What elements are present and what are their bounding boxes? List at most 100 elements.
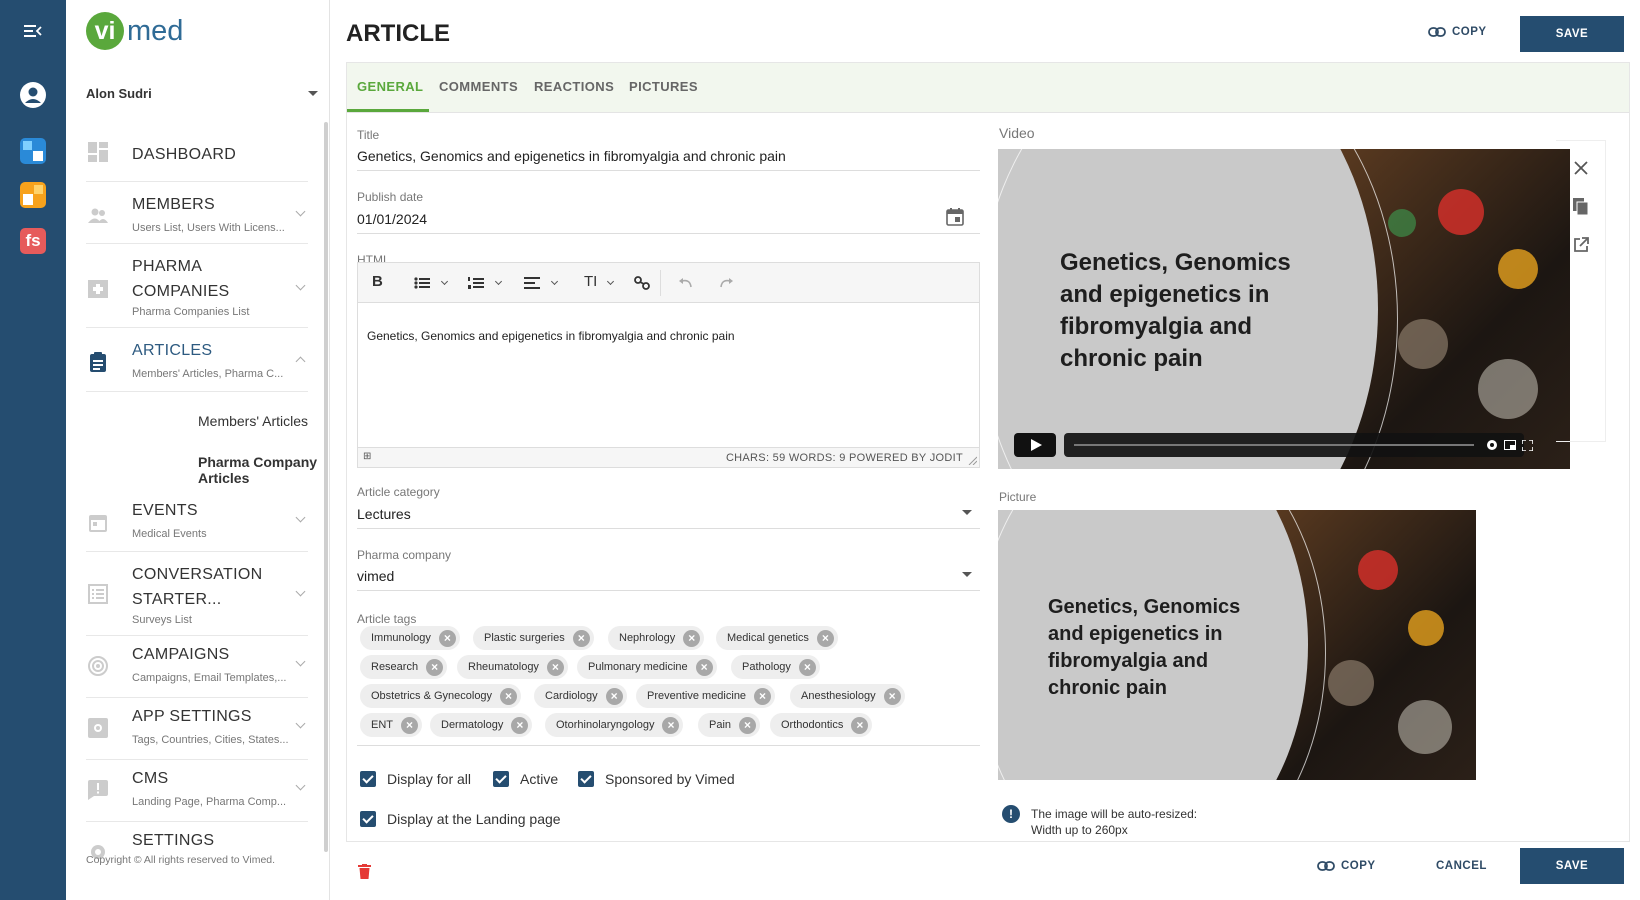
tags-underline [357,745,980,746]
tag-chip: Cardiology × [534,684,627,708]
tab-comments[interactable]: COMMENTS [439,79,518,94]
close-icon[interactable]: × [851,716,869,734]
bold-icon[interactable]: B [372,273,383,290]
active-checkbox[interactable] [493,771,509,787]
publish-date-input[interactable]: 01/01/2024 [357,211,427,227]
sidebar-item-settings[interactable]: SETTINGS [86,822,308,859]
chevron-down-icon[interactable] [962,510,972,515]
sidebar-scrollbar[interactable] [324,122,328,852]
footer-copy-button[interactable]: COPY [1317,860,1376,872]
close-icon[interactable]: × [546,658,564,676]
sidebar-item-campaigns[interactable]: CAMPAIGNS Campaigns, Email Templates,... [86,636,308,698]
editor-status-text: CHARS: 59 WORDS: 9 POWERED BY JODIT [725,452,963,464]
sidebar-item-dashboard[interactable]: DASHBOARD [86,130,308,182]
tab-reactions[interactable]: REACTIONS [534,79,614,94]
sidebar-item-cms[interactable]: CMS Landing Page, Pharma Comp... [86,760,308,822]
sidebar-item-conversation-starter[interactable]: CONVERSATION STARTER... Surveys List [86,552,308,636]
chevron-down-icon[interactable] [962,572,972,577]
font-size-icon[interactable]: TI [584,273,597,290]
app-orange-icon[interactable] [20,182,46,208]
editor-toolbar: B TI [358,263,979,303]
pip-icon[interactable] [1504,440,1516,450]
resize-handle-icon[interactable] [967,455,977,465]
article-category-select[interactable]: Lectures [357,506,411,522]
list-icon [88,584,108,604]
source-toggle-icon[interactable]: ⊞ [363,451,372,462]
chevron-down-icon[interactable] [550,277,559,286]
undo-icon[interactable] [678,277,694,289]
sidebar-item-app-settings[interactable]: APP SETTINGS Tags, Countries, Cities, St… [86,698,308,760]
close-icon[interactable]: × [438,629,456,647]
footer-save-button[interactable]: SAVE [1520,848,1624,884]
tab-pictures[interactable]: PICTURES [629,79,698,94]
numbered-list-icon[interactable] [468,277,484,289]
gear-icon[interactable] [1486,439,1498,451]
fullscreen-icon[interactable] [1522,440,1533,451]
close-icon[interactable]: × [883,687,901,705]
close-icon[interactable]: × [695,658,713,676]
close-icon[interactable]: × [754,687,772,705]
chevron-down-icon[interactable] [606,277,615,286]
display-landing-checkbox[interactable] [360,811,376,827]
bullet-list-icon[interactable] [414,277,430,289]
chevron-down-icon [295,780,306,791]
trash-icon[interactable] [358,864,371,879]
editor-content[interactable]: Genetics, Genomics and epigenetics in fi… [367,329,735,343]
tag-label: Preventive medicine [647,690,747,702]
menu-collapse-icon[interactable] [18,16,48,46]
calendar-icon [89,515,107,532]
close-icon[interactable]: × [500,687,518,705]
cancel-button[interactable]: CANCEL [1436,860,1487,872]
close-icon[interactable]: × [426,658,444,676]
calendar-icon[interactable] [946,208,964,226]
tab-general[interactable]: GENERAL [357,79,423,94]
account-icon[interactable] [18,80,48,110]
subnav-members-articles[interactable]: Members' Articles [198,413,308,429]
close-icon[interactable]: × [511,716,529,734]
app-blue-icon[interactable] [20,138,46,164]
copy-icon[interactable] [1573,198,1589,216]
sponsored-checkbox[interactable] [578,771,594,787]
close-icon[interactable] [1574,161,1588,175]
close-icon[interactable]: × [798,658,816,676]
close-icon[interactable]: × [739,716,757,734]
close-icon[interactable]: × [605,687,623,705]
subnav-pharma-company-articles[interactable]: Pharma Company Articles [198,454,329,486]
picture-preview[interactable]: Genetics, Genomics and epigenetics in fi… [998,510,1476,780]
display-for-all-checkbox[interactable] [360,771,376,787]
play-icon[interactable] [1014,433,1056,457]
close-icon[interactable]: × [816,629,834,647]
close-icon[interactable]: × [572,629,590,647]
video-track[interactable] [1074,444,1474,446]
app-fs-icon[interactable]: fs [20,228,46,254]
dashboard-icon [88,142,108,162]
sidebar-item-pharma-companies[interactable]: PHARMA COMPANIES Pharma Companies List [86,244,308,328]
sidebar-item-events[interactable]: EVENTS Medical Events [86,490,308,552]
sidebar-item-members[interactable]: MEMBERS Users List, Users With Licens... [86,182,308,244]
video-progress-bar[interactable] [1064,433,1533,457]
user-menu[interactable]: Alon Sudri [86,86,318,101]
tag-chip: Dermatology × [430,713,533,737]
chevron-down-icon[interactable] [440,277,449,286]
info-icon: ! [1002,805,1020,823]
redo-icon[interactable] [718,277,734,289]
pharma-company-select[interactable]: vimed [357,568,394,584]
close-icon[interactable]: × [683,629,701,647]
close-icon[interactable]: × [662,716,680,734]
sidebar-item-sub: Surveys List [132,614,192,626]
chevron-down-icon[interactable] [494,277,503,286]
vimed-logo[interactable]: vi med [86,12,183,50]
open-external-icon[interactable] [1573,237,1589,253]
copy-link-button[interactable]: COPY [1428,26,1487,38]
tag-chip: Anesthesiology × [790,684,905,708]
save-button[interactable]: SAVE [1520,16,1624,52]
video-player[interactable]: Genetics, Genomics and epigenetics in fi… [998,149,1570,469]
title-input[interactable]: Genetics, Genomics and epigenetics in fi… [357,148,786,164]
tag-chip: Medical genetics × [716,626,838,650]
close-icon[interactable]: × [401,716,418,734]
sidebar-item-sub: Tags, Countries, Cities, States... [132,734,289,746]
align-icon[interactable] [524,277,540,289]
sidebar-item-label: CONVERSATION STARTER... [132,566,263,608]
sidebar-item-articles[interactable]: ARTICLES Members' Articles, Pharma C... [86,328,308,392]
link-icon[interactable] [634,276,650,290]
